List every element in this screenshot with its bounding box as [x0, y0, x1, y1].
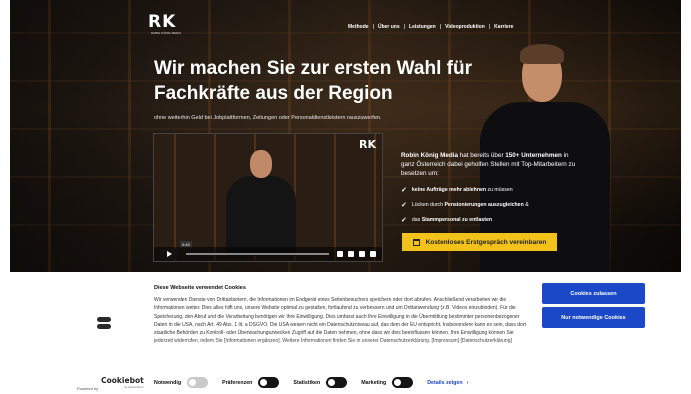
nav-item-videoproduktion[interactable]: Videoproduktion: [441, 24, 489, 30]
nav-item-karriere[interactable]: Karriere: [490, 24, 517, 30]
hero-subline: ohne weiterhin Geld bei Jobplattformen, …: [154, 115, 382, 121]
video-player[interactable]: RK 0:43: [153, 133, 383, 262]
show-details-link[interactable]: Details zeigen ›: [427, 380, 468, 386]
nav-item-leistungen[interactable]: Leistungen: [405, 24, 440, 30]
cta-button[interactable]: Kostenloses Erstgespräch vereinbaren: [402, 233, 557, 251]
play-icon[interactable]: [160, 249, 178, 259]
consent-toggles: Notwendig Präferenzen Statistiken Market…: [154, 377, 468, 388]
nav-item-ueber-uns[interactable]: Über uns: [374, 24, 404, 30]
pip-icon[interactable]: [359, 251, 365, 257]
marketing-toggle[interactable]: [392, 377, 414, 388]
video-logo: RK: [359, 138, 376, 151]
video-progress-bar[interactable]: [186, 253, 329, 255]
accept-all-cookies-button[interactable]: Cookies zulassen: [542, 283, 645, 304]
check-icon: ✓: [401, 187, 407, 194]
necessary-cookies-button[interactable]: Nur notwendige Cookies: [542, 307, 645, 328]
chevron-right-icon: ›: [466, 379, 469, 386]
site-icon: [97, 317, 115, 329]
fullscreen-icon[interactable]: [370, 251, 376, 257]
cookiebot-badge[interactable]: Powered by Cookiebot by Usercentrics: [77, 377, 144, 391]
check-icon: ✓: [401, 217, 407, 224]
hero-headline: Wir machen Sie zur ersten Wahl für Fachk…: [154, 58, 472, 104]
page: RK ROBIN KÖNIG MEDIA Methode | Über uns …: [0, 0, 691, 394]
statistics-toggle[interactable]: [326, 377, 348, 388]
benefit-list: ✓ keine Aufträge mehr ablehnen zu müssen…: [401, 186, 581, 231]
video-person: [226, 176, 296, 256]
settings-icon[interactable]: [348, 251, 354, 257]
volume-icon[interactable]: [337, 251, 343, 257]
cookie-title: Diese Webseite verwendet Cookies: [154, 285, 246, 291]
main-nav: Methode | Über uns | Leistungen | Videop…: [344, 24, 517, 30]
list-item: ✓ keine Aufträge mehr ablehnen zu müssen: [401, 187, 513, 194]
calendar-icon: [412, 238, 420, 246]
list-item: ✓ Lücken durch Pensionierungen auszuglei…: [401, 202, 529, 209]
nav-item-methode[interactable]: Methode: [344, 24, 373, 30]
preferences-toggle[interactable]: [258, 377, 280, 388]
intro-text: Robin König Media hat bereits über 150+ …: [401, 152, 576, 177]
check-icon: ✓: [401, 202, 407, 209]
necessary-toggle: [187, 377, 209, 388]
brand-logo[interactable]: RK ROBIN KÖNIG MEDIA: [148, 13, 184, 39]
list-item: ✓ das Stammpersonal zu entlasten: [401, 217, 493, 224]
video-controls: [154, 247, 382, 261]
